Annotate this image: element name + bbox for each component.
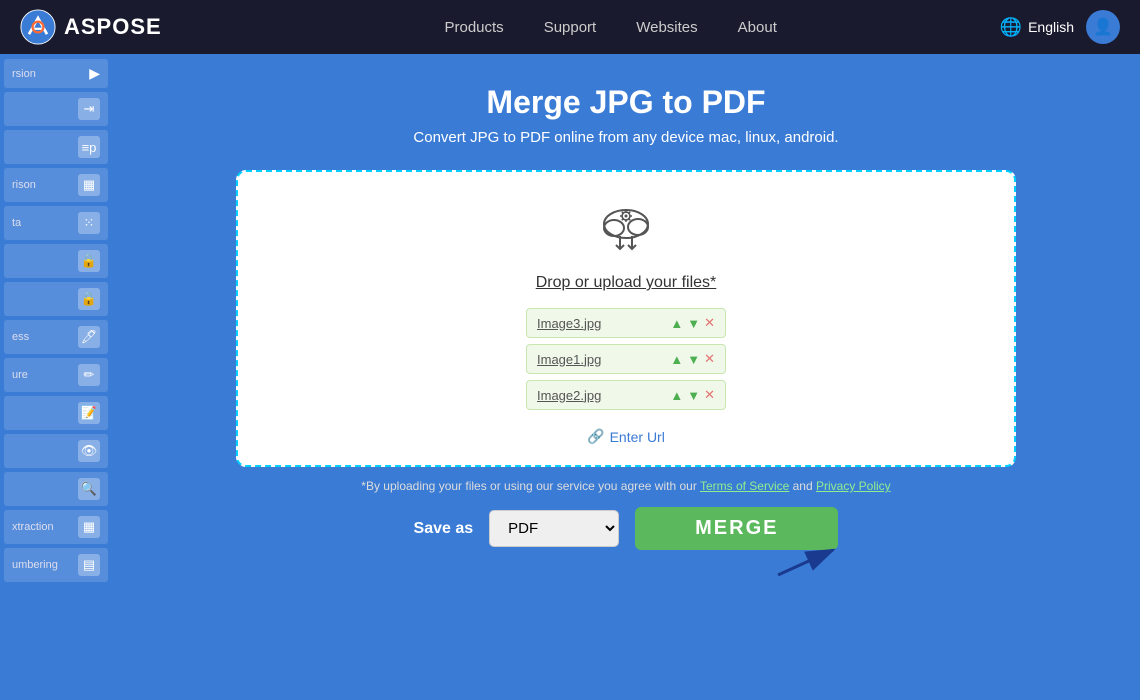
merge-button-wrapper: MERGE xyxy=(635,507,838,550)
sidebar-label-0: rsion xyxy=(12,68,36,80)
sidebar-label-8: ure xyxy=(12,369,28,381)
enter-url-label: Enter Url xyxy=(610,429,665,445)
file-name-1[interactable]: Image1.jpg xyxy=(537,352,601,367)
navbar-links: Products Support Websites About xyxy=(222,19,1000,36)
nav-about[interactable]: About xyxy=(738,19,777,36)
sidebar-item-0[interactable]: rsion ▶ xyxy=(4,59,108,88)
sidebar-item-12[interactable]: xtraction ▦ xyxy=(4,510,108,544)
terms-link[interactable]: Terms of Service xyxy=(700,479,789,493)
sidebar-item-11[interactable]: 🔍 xyxy=(4,472,108,506)
file-name-0[interactable]: Image3.jpg xyxy=(537,316,601,331)
sidebar: rsion ▶ ⇥ ≡p rison ▦ ta ⁙ 🔒 🔒 ess xyxy=(0,54,112,700)
file-up-0[interactable]: ▲ xyxy=(670,316,683,331)
file-item-2: Image2.jpg ▲ ▼ ✕ xyxy=(526,380,726,410)
page-title: Merge JPG to PDF xyxy=(486,84,765,121)
privacy-link[interactable]: Privacy Policy xyxy=(816,479,891,493)
sidebar-item-5[interactable]: 🔒 xyxy=(4,244,108,278)
file-item-0: Image3.jpg ▲ ▼ ✕ xyxy=(526,308,726,338)
nav-support[interactable]: Support xyxy=(544,19,597,36)
sidebar-item-8[interactable]: ure ✏ xyxy=(4,358,108,392)
navbar: ASPOSE Products Support Websites About 🌐… xyxy=(0,0,1140,54)
file-up-1[interactable]: ▲ xyxy=(670,352,683,367)
sidebar-item-4[interactable]: ta ⁙ xyxy=(4,206,108,240)
page-subtitle: Convert JPG to PDF online from any devic… xyxy=(413,129,838,146)
save-as-select[interactable]: PDF DOC DOCX PNG xyxy=(489,510,619,547)
link-icon: 🔗 xyxy=(587,428,604,445)
file-list: Image3.jpg ▲ ▼ ✕ Image1.jpg ▲ ▼ ✕ xyxy=(526,308,726,410)
sidebar-icon-11: 🔍 xyxy=(78,478,100,500)
upload-cloud-icon xyxy=(596,202,656,264)
bottom-bar: Save as PDF DOC DOCX PNG MERGE xyxy=(414,507,839,550)
sidebar-icon-12: ▦ xyxy=(78,516,100,538)
sidebar-label-13: umbering xyxy=(12,559,58,571)
file-del-2[interactable]: ✕ xyxy=(704,387,715,403)
file-name-2[interactable]: Image2.jpg xyxy=(537,388,601,403)
sidebar-label-7: ess xyxy=(12,331,29,343)
sidebar-item-6[interactable]: 🔒 xyxy=(4,282,108,316)
main-wrapper: rsion ▶ ⇥ ≡p rison ▦ ta ⁙ 🔒 🔒 ess xyxy=(0,54,1140,700)
save-as-label: Save as xyxy=(414,520,474,538)
logo-text: ASPOSE xyxy=(64,14,162,40)
terms-text: *By uploading your files or using our se… xyxy=(361,479,890,493)
file-item-1: Image1.jpg ▲ ▼ ✕ xyxy=(526,344,726,374)
sidebar-icon-6: 🔒 xyxy=(78,288,100,310)
sidebar-icon-2: ≡p xyxy=(78,136,100,158)
nav-websites[interactable]: Websites xyxy=(636,19,697,36)
sidebar-icon-1: ⇥ xyxy=(78,98,100,120)
user-icon-symbol: 👤 xyxy=(1093,17,1113,37)
sidebar-item-3[interactable]: rison ▦ xyxy=(4,168,108,202)
file-controls-2: ▲ ▼ ✕ xyxy=(670,387,715,403)
sidebar-item-7[interactable]: ess 🖊 xyxy=(4,320,108,354)
logo[interactable]: ASPOSE xyxy=(20,9,162,45)
globe-icon: 🌐 xyxy=(1000,17,1022,38)
main-content: Merge JPG to PDF Convert JPG to PDF onli… xyxy=(112,54,1140,700)
file-controls-0: ▲ ▼ ✕ xyxy=(670,315,715,331)
sidebar-arrow-0: ▶ xyxy=(89,65,100,82)
sidebar-icon-7: 🖊 xyxy=(78,326,100,348)
upload-box[interactable]: Drop or upload your files* Image3.jpg ▲ … xyxy=(236,170,1016,467)
language-selector[interactable]: 🌐 English xyxy=(1000,17,1074,38)
language-label: English xyxy=(1028,19,1074,35)
file-del-1[interactable]: ✕ xyxy=(704,351,715,367)
sidebar-label-3: rison xyxy=(12,179,36,191)
sidebar-icon-9: 📝 xyxy=(78,402,100,424)
file-down-2[interactable]: ▼ xyxy=(687,388,700,403)
user-avatar[interactable]: 👤 xyxy=(1086,10,1120,44)
enter-url-link[interactable]: 🔗 Enter Url xyxy=(587,428,665,445)
sidebar-label-12: xtraction xyxy=(12,521,54,533)
sidebar-item-2[interactable]: ≡p xyxy=(4,130,108,164)
sidebar-icon-13: ▤ xyxy=(78,554,100,576)
file-down-0[interactable]: ▼ xyxy=(687,316,700,331)
logo-icon xyxy=(20,9,56,45)
sidebar-item-1[interactable]: ⇥ xyxy=(4,92,108,126)
sidebar-label-4: ta xyxy=(12,217,21,229)
nav-products[interactable]: Products xyxy=(444,19,503,36)
file-del-0[interactable]: ✕ xyxy=(704,315,715,331)
file-up-2[interactable]: ▲ xyxy=(670,388,683,403)
file-controls-1: ▲ ▼ ✕ xyxy=(670,351,715,367)
sidebar-item-9[interactable]: 📝 xyxy=(4,396,108,430)
sidebar-item-13[interactable]: umbering ▤ xyxy=(4,548,108,582)
drop-upload-text[interactable]: Drop or upload your files* xyxy=(536,274,717,292)
navbar-right: 🌐 English 👤 xyxy=(1000,10,1120,44)
file-down-1[interactable]: ▼ xyxy=(687,352,700,367)
sidebar-icon-3: ▦ xyxy=(78,174,100,196)
arrow-pointer-svg xyxy=(768,540,848,580)
sidebar-icon-5: 🔒 xyxy=(78,250,100,272)
sidebar-icon-8: ✏ xyxy=(78,364,100,386)
sidebar-item-10[interactable]: 👁 xyxy=(4,434,108,468)
sidebar-icon-4: ⁙ xyxy=(78,212,100,234)
sidebar-icon-10: 👁 xyxy=(78,440,100,462)
